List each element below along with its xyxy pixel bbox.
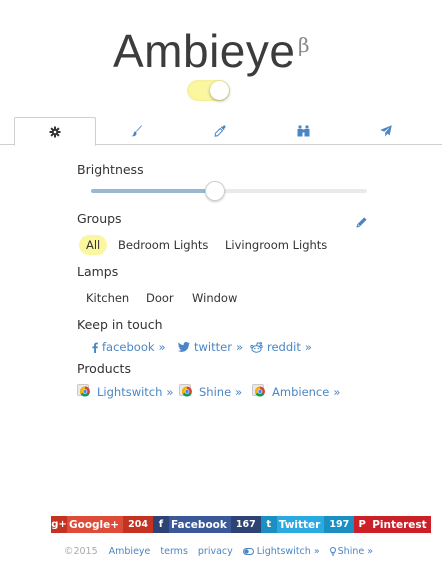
lamp-window[interactable]: Window bbox=[185, 288, 244, 308]
share-label: Twitter bbox=[278, 518, 321, 531]
chrome-icon bbox=[179, 384, 195, 399]
eyedropper-icon bbox=[214, 125, 226, 137]
slider-thumb[interactable] bbox=[205, 181, 226, 201]
share-google-plus-button[interactable]: g+ Google+ 204 bbox=[51, 516, 153, 533]
share-count: 167 bbox=[230, 516, 261, 533]
share-count: 204 bbox=[123, 516, 153, 533]
tab-eyedropper[interactable] bbox=[179, 117, 261, 145]
beta-badge: β bbox=[298, 33, 310, 57]
footer-ambieye-link[interactable]: Ambieye bbox=[109, 546, 151, 557]
brightness-slider[interactable] bbox=[91, 181, 367, 201]
tab-bar bbox=[0, 117, 442, 146]
tab-send[interactable] bbox=[345, 117, 427, 145]
copyright: ©2015 bbox=[63, 545, 98, 557]
share-pinterest-button[interactable]: P Pinterest bbox=[354, 516, 431, 533]
link-arrow: » bbox=[304, 340, 312, 354]
toggle-knob[interactable] bbox=[210, 81, 229, 100]
facebook-link[interactable]: facebook » bbox=[92, 340, 166, 354]
product-ambience-label: Ambience bbox=[272, 384, 330, 399]
lamps-label: Lamps bbox=[77, 264, 119, 279]
gear-icon bbox=[49, 126, 61, 138]
share-facebook-button[interactable]: f Facebook 167 bbox=[152, 516, 261, 533]
tab-settings[interactable] bbox=[14, 117, 96, 146]
share-label: Facebook bbox=[170, 518, 227, 531]
facebook-link-label: facebook bbox=[102, 340, 155, 354]
twitter-link-label: twitter bbox=[194, 340, 232, 354]
pencil-icon[interactable] bbox=[356, 213, 367, 232]
brush-icon bbox=[131, 125, 143, 137]
group-all[interactable]: All bbox=[79, 235, 108, 255]
footer-terms-link[interactable]: terms bbox=[160, 546, 188, 557]
product-shine-link[interactable]: Shine » bbox=[179, 384, 242, 399]
toggle-icon bbox=[242, 547, 254, 555]
twitter-icon: t bbox=[260, 516, 277, 533]
footer-lightswitch-link[interactable]: Lightswitch » bbox=[242, 545, 320, 557]
link-arrow: » bbox=[235, 340, 243, 354]
footer-lightswitch-label: Lightswitch » bbox=[256, 545, 320, 557]
lamp-door[interactable]: Door bbox=[139, 288, 181, 308]
products-label: Products bbox=[77, 361, 131, 376]
group-livingroom-lights[interactable]: Livingroom Lights bbox=[218, 235, 334, 255]
product-lightswitch-link[interactable]: Lightswitch » bbox=[77, 384, 173, 399]
footer-shine-link[interactable]: Shine » bbox=[329, 545, 374, 557]
brightness-label: Brightness bbox=[77, 162, 144, 177]
app-header: Ambieye β bbox=[0, 0, 442, 117]
tab-brush[interactable] bbox=[96, 117, 178, 145]
share-count: 197 bbox=[324, 516, 355, 533]
app-title: Ambieye bbox=[113, 25, 296, 77]
reddit-icon bbox=[250, 341, 263, 353]
link-arrow: » bbox=[235, 384, 243, 399]
lamp-kitchen[interactable]: Kitchen bbox=[79, 288, 136, 308]
product-ambience-link[interactable]: Ambience » bbox=[252, 384, 340, 399]
facebook-icon: f bbox=[152, 516, 169, 533]
footer-shine-label: Shine » bbox=[337, 545, 374, 557]
share-label: Pinterest bbox=[372, 518, 427, 531]
footer: ©2015 Ambieye terms privacy Lightswitch … bbox=[0, 543, 442, 559]
slider-fill bbox=[91, 189, 216, 193]
link-arrow: » bbox=[333, 384, 341, 399]
send-icon bbox=[380, 125, 392, 137]
share-bar: g+ Google+ 204 f Facebook 167 t Twitter … bbox=[51, 516, 431, 533]
share-label: Google+ bbox=[69, 518, 120, 531]
footer-privacy-link[interactable]: privacy bbox=[198, 546, 233, 557]
twitter-icon bbox=[178, 342, 190, 352]
binoculars-icon bbox=[297, 125, 310, 137]
tab-binoculars[interactable] bbox=[262, 117, 344, 145]
groups-label: Groups bbox=[77, 211, 122, 226]
keep-in-touch-label: Keep in touch bbox=[77, 317, 163, 332]
google-plus-icon: g+ bbox=[51, 516, 67, 533]
twitter-link[interactable]: twitter » bbox=[178, 340, 243, 354]
link-arrow: » bbox=[166, 384, 174, 399]
share-twitter-button[interactable]: t Twitter 197 bbox=[260, 516, 355, 533]
power-toggle[interactable] bbox=[187, 80, 230, 101]
reddit-link[interactable]: reddit » bbox=[250, 340, 312, 354]
chrome-icon bbox=[77, 384, 93, 399]
product-lightswitch-label: Lightswitch bbox=[97, 384, 163, 399]
facebook-icon bbox=[92, 342, 98, 353]
pinterest-icon: P bbox=[354, 516, 371, 533]
lightbulb-icon bbox=[329, 546, 336, 556]
product-shine-label: Shine bbox=[199, 384, 232, 399]
reddit-link-label: reddit bbox=[267, 340, 301, 354]
chrome-icon bbox=[252, 384, 268, 399]
link-arrow: » bbox=[158, 340, 166, 354]
group-bedroom-lights[interactable]: Bedroom Lights bbox=[111, 235, 215, 255]
